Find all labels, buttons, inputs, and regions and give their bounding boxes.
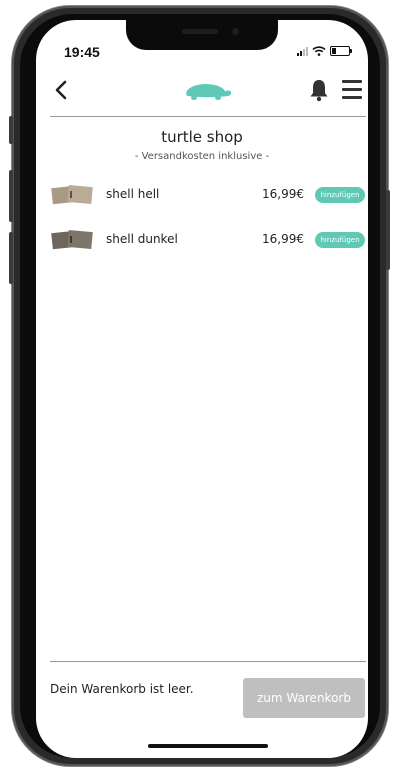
hamburger-menu-icon[interactable] [342, 80, 364, 102]
footer-divider [50, 661, 366, 662]
home-indicator[interactable] [148, 744, 268, 748]
volume-down-button [9, 232, 13, 284]
product-price: 16,99€ [262, 232, 304, 246]
go-to-cart-button[interactable]: zum Warenkorb [243, 678, 365, 718]
product-name: shell dunkel [106, 232, 178, 246]
shop-subtitle: - Versandkosten inklusive - [134, 151, 270, 162]
power-button [386, 190, 390, 270]
product-row: shell hell 16,99€ hinzufügen [50, 181, 366, 209]
wifi-icon [312, 46, 326, 56]
product-thumbnail [51, 184, 93, 205]
shop-title: turtle shop [161, 128, 243, 146]
mute-switch [9, 116, 13, 144]
volume-up-button [9, 170, 13, 222]
signal-icon [297, 46, 308, 56]
product-name: shell hell [106, 187, 160, 201]
turtle-logo-icon[interactable] [184, 80, 232, 104]
app-screen: 19:45 turtle shop - Versandkosten inklus… [36, 20, 368, 758]
battery-icon [330, 46, 352, 56]
status-icons [297, 46, 352, 56]
cart-status-text: Dein Warenkorb ist leer. [50, 682, 194, 696]
status-time: 19:45 [64, 44, 100, 60]
product-thumbnail [51, 229, 93, 250]
top-navbar [36, 72, 368, 108]
add-to-cart-button[interactable]: hinzufügen [315, 187, 365, 203]
front-camera [232, 28, 239, 35]
header-divider [50, 116, 366, 117]
product-row: shell dunkel 16,99€ hinzufügen [50, 226, 366, 254]
bell-icon[interactable] [308, 78, 330, 102]
chevron-left-icon[interactable] [50, 78, 74, 102]
notch [126, 20, 278, 50]
product-price: 16,99€ [262, 187, 304, 201]
add-to-cart-button[interactable]: hinzufügen [315, 232, 365, 248]
speaker-grille [182, 29, 218, 34]
